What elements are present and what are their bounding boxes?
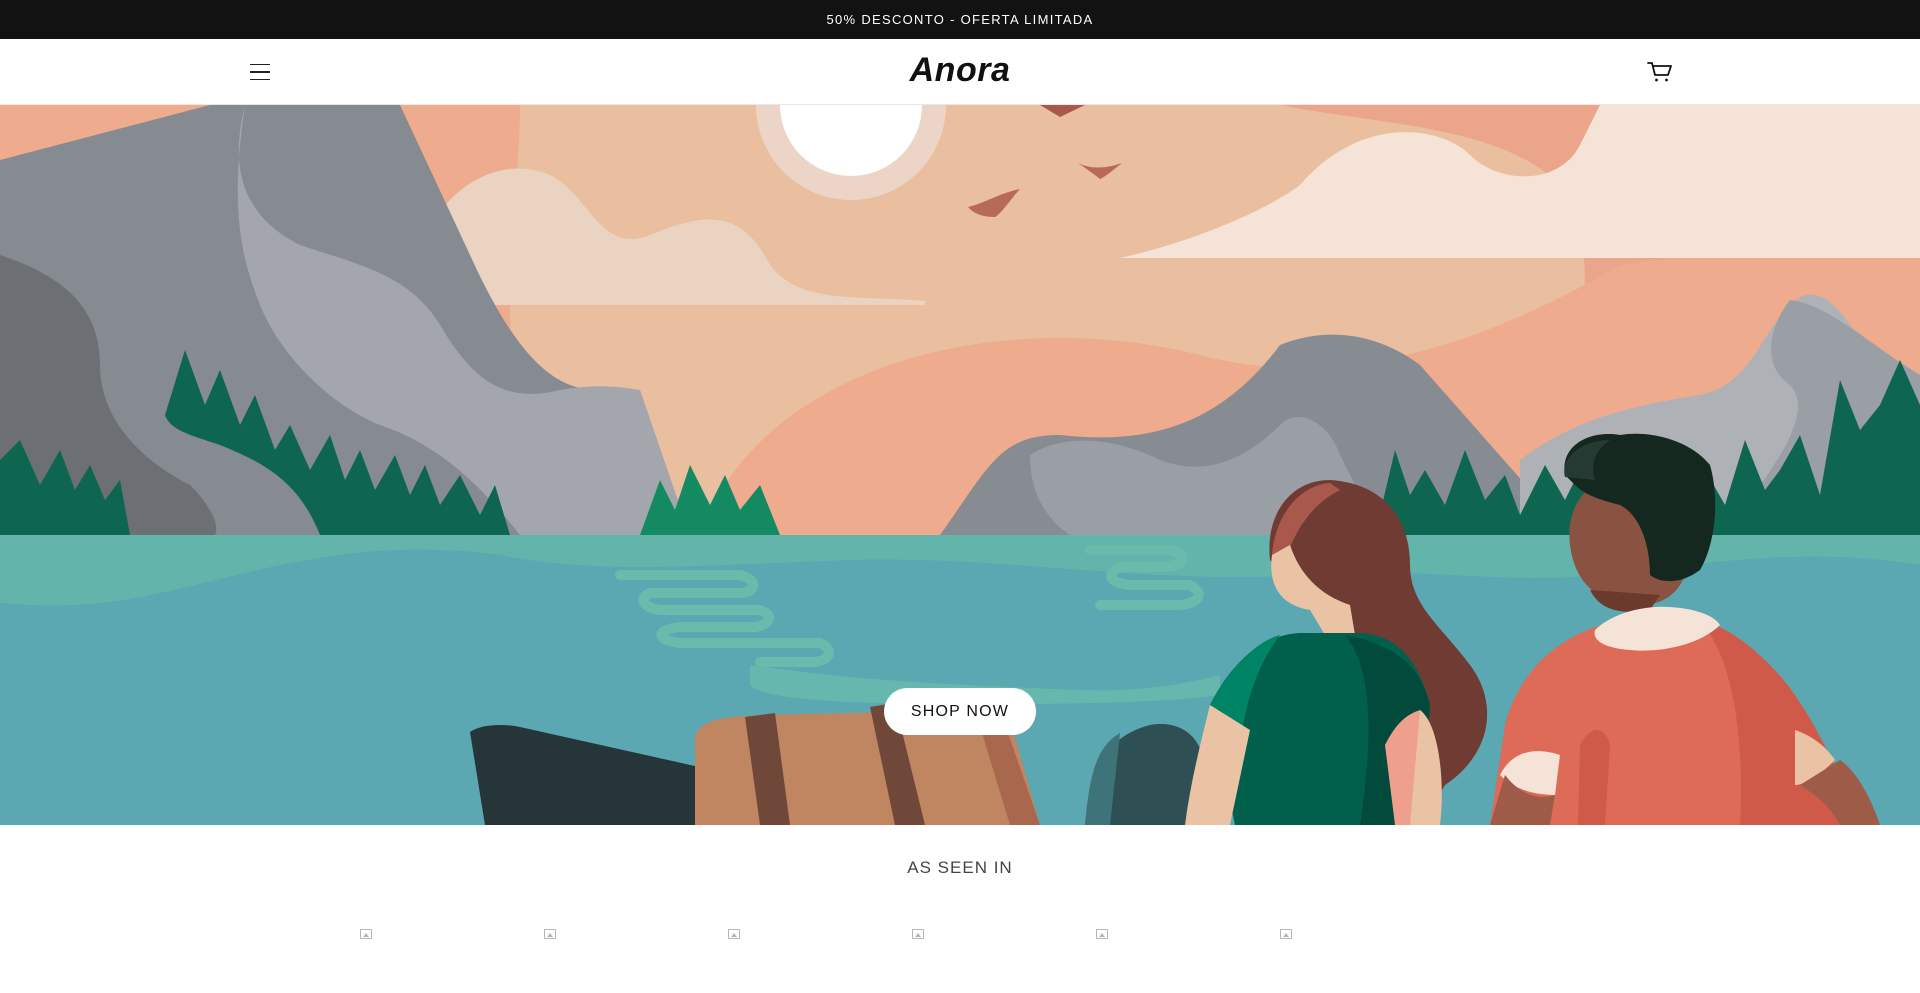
announcement-text: 50% DESCONTO - OFERTA LIMITADA (826, 12, 1094, 27)
broken-image-icon (1096, 929, 1108, 939)
broken-image-icon (912, 929, 924, 939)
hero-banner: SHOP NOW (0, 105, 1920, 825)
cart-icon[interactable] (1644, 56, 1676, 88)
broken-image-icon (728, 929, 740, 939)
site-logo[interactable]: Anora (0, 51, 1920, 90)
site-header: Anora (0, 39, 1920, 105)
announcement-bar: 50% DESCONTO - OFERTA LIMITADA (0, 0, 1920, 39)
broken-image-icon (360, 929, 372, 939)
as-seen-in-title: AS SEEN IN (907, 858, 1013, 877)
shop-now-button[interactable]: SHOP NOW (884, 688, 1036, 735)
broken-image-icon (544, 929, 556, 939)
as-seen-in-section: AS SEEN IN (0, 825, 1920, 993)
broken-image-icon (1280, 929, 1292, 939)
